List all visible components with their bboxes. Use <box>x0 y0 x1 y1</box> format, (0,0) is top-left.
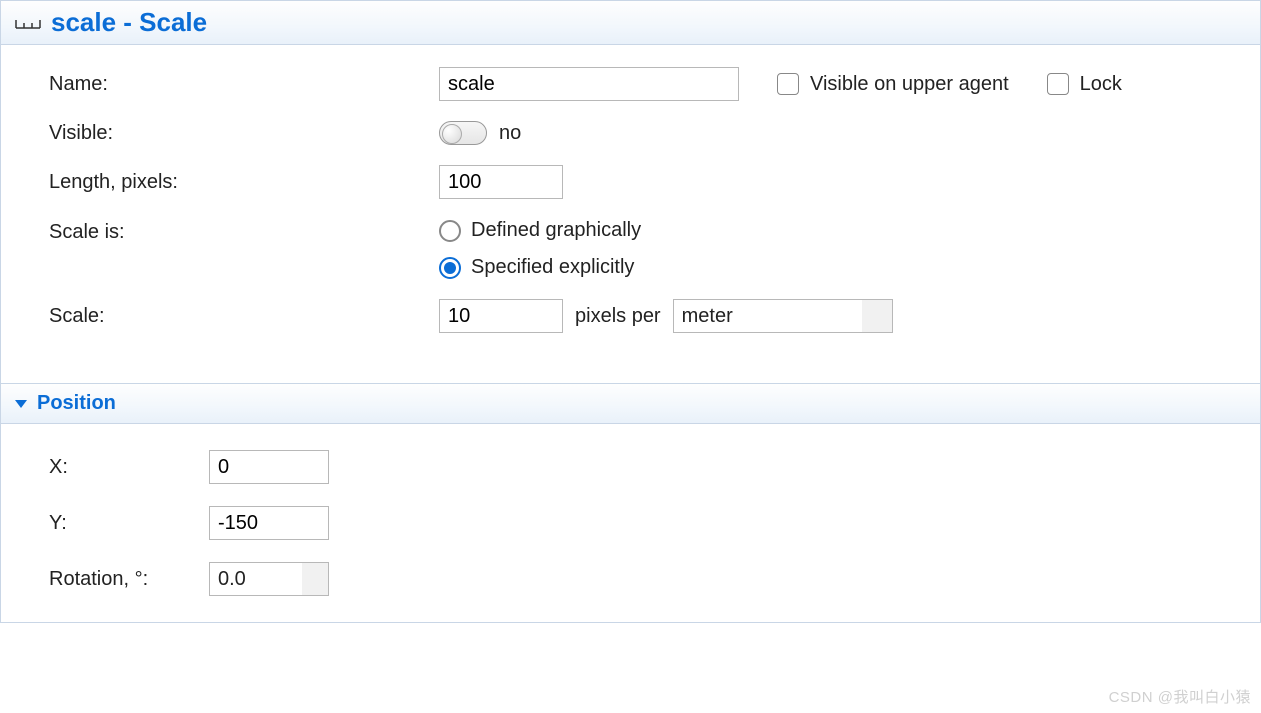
pixels-per-label: pixels per <box>575 305 661 328</box>
visible-label: Visible: <box>49 122 439 145</box>
lock-label: Lock <box>1080 73 1122 96</box>
visible-upper-label: Visible on upper agent <box>810 73 1009 96</box>
length-input[interactable] <box>439 165 563 199</box>
scaleis-label: Scale is: <box>49 219 439 244</box>
radio-defined-graphically[interactable]: Defined graphically <box>439 219 641 242</box>
title-bar: scale - Scale <box>1 0 1260 45</box>
scale-icon <box>15 16 41 30</box>
rotation-value: 0.0 <box>210 568 246 591</box>
name-label: Name: <box>49 73 439 96</box>
radio-specified-explicitly[interactable]: Specified explicitly <box>439 256 641 279</box>
lock-checkbox[interactable]: Lock <box>1043 70 1122 98</box>
position-section-header[interactable]: Position <box>1 383 1260 424</box>
rotation-label: Rotation, °: <box>49 568 209 591</box>
main-form: Name: Visible on upper agent Lock Visibl… <box>1 45 1260 383</box>
y-input[interactable] <box>209 506 329 540</box>
visible-upper-checkbox[interactable]: Visible on upper agent <box>773 70 1009 98</box>
visible-upper-box[interactable] <box>777 73 799 95</box>
radio-icon <box>439 220 461 242</box>
unit-select[interactable]: meter <box>673 299 893 333</box>
radio-label-1: Defined graphically <box>471 219 641 242</box>
properties-panel: scale - Scale Name: Visible on upper age… <box>0 0 1261 623</box>
name-input[interactable] <box>439 67 739 101</box>
chevron-down-icon <box>15 400 27 408</box>
y-label: Y: <box>49 512 209 535</box>
radio-label-2: Specified explicitly <box>471 256 634 279</box>
watermark: CSDN @我叫白小猿 <box>1109 686 1251 707</box>
length-label: Length, pixels: <box>49 171 439 194</box>
scale-input[interactable] <box>439 299 563 333</box>
position-title: Position <box>37 392 116 415</box>
x-label: X: <box>49 456 209 479</box>
lock-box[interactable] <box>1047 73 1069 95</box>
visible-value: no <box>499 122 521 145</box>
scale-label: Scale: <box>49 305 439 328</box>
x-input[interactable] <box>209 450 329 484</box>
rotation-input[interactable]: 0.0 <box>209 562 329 596</box>
position-section: X: Y: Rotation, °: 0.0 <box>1 424 1260 622</box>
radio-icon <box>439 257 461 279</box>
page-title: scale - Scale <box>51 7 207 38</box>
visible-toggle[interactable] <box>439 121 487 145</box>
unit-value: meter <box>682 305 733 328</box>
